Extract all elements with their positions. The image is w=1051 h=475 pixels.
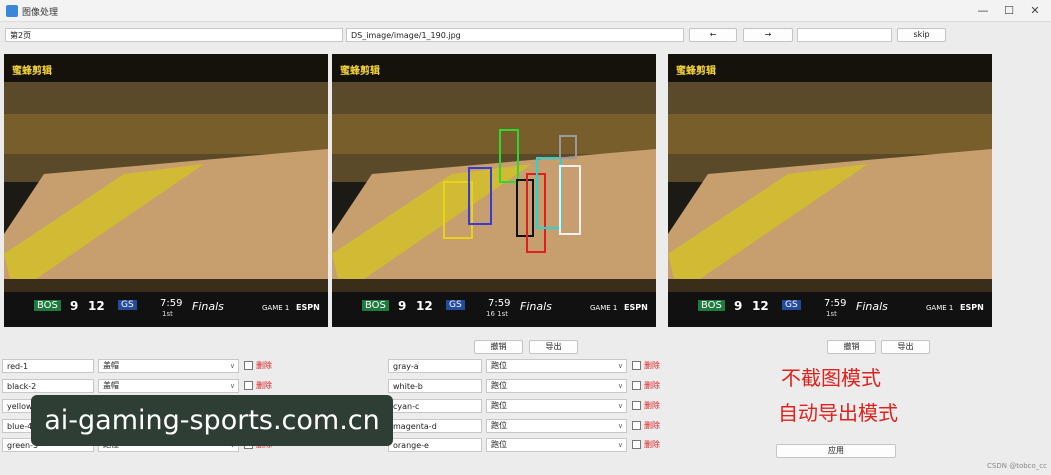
home-score: 9	[70, 299, 79, 313]
mid-delete-checkbox[interactable]	[632, 440, 641, 449]
select-value: 盖帽	[103, 381, 119, 390]
mid-action-select[interactable]: 跑位 ∨	[486, 419, 627, 433]
mid-delete-label: 删除	[644, 401, 660, 410]
game-clock: 7:59	[160, 298, 183, 309]
chevron-down-icon: ∨	[617, 441, 623, 449]
away-team: GS	[446, 300, 465, 310]
mid-action-select[interactable]: 跑位 ∨	[486, 359, 627, 373]
brand-logo: 蜜蜂剪辑	[340, 66, 380, 77]
right-undo-button[interactable]: 撤销	[827, 340, 876, 354]
output-image-frame: 蜜蜂剪辑 BOS 9 12 GS 7:59 1st Finals GAME 1 …	[668, 54, 992, 327]
image-path-field[interactable]: DS_image/image/1_190.jpg	[346, 28, 684, 42]
basketball-scene	[332, 54, 656, 327]
mid-delete-label: 删除	[644, 440, 660, 449]
mid-export-button[interactable]: 导出	[529, 340, 578, 354]
away-score: 12	[752, 299, 769, 313]
brand-logo: 蜜蜂剪辑	[676, 66, 716, 77]
home-team: BOS	[362, 300, 389, 311]
period: 16 1st	[486, 310, 508, 318]
away-score: 12	[416, 299, 433, 313]
select-value: 跑位	[491, 421, 507, 430]
select-value: 跑位	[491, 440, 507, 449]
mode-note-auto-export: 自动导出模式	[778, 401, 898, 425]
mid-delete-checkbox[interactable]	[632, 361, 641, 370]
close-icon[interactable]: ✕	[1023, 3, 1047, 19]
away-score: 12	[88, 299, 105, 313]
finals-logo: Finals	[192, 300, 224, 313]
mid-delete-checkbox[interactable]	[632, 401, 641, 410]
mid-action-select[interactable]: 跑位 ∨	[486, 438, 627, 452]
home-score: 9	[734, 299, 743, 313]
skip-button[interactable]: skip	[897, 28, 946, 42]
left-object-name[interactable]: black-2	[2, 379, 94, 393]
away-team: GS	[118, 300, 137, 310]
mid-delete-checkbox[interactable]	[632, 421, 641, 430]
chevron-down-icon: ∨	[617, 402, 623, 410]
network-logo: ESPN	[296, 303, 320, 312]
away-team: GS	[782, 300, 801, 310]
home-team: BOS	[698, 300, 725, 311]
mid-object-name[interactable]: cyan-c	[388, 399, 482, 413]
left-delete-label: 删除	[256, 361, 272, 370]
mid-delete-label: 删除	[644, 361, 660, 370]
mid-object-name[interactable]: gray-a	[388, 359, 482, 373]
left-object-name[interactable]: red-1	[2, 359, 94, 373]
prev-button[interactable]: ←	[689, 28, 737, 42]
game-number: GAME 1	[926, 304, 954, 312]
chevron-down-icon: ∨	[617, 362, 623, 370]
chevron-down-icon: ∨	[617, 382, 623, 390]
home-team: BOS	[34, 300, 61, 311]
chevron-down-icon: ∨	[229, 362, 235, 370]
mid-object-name[interactable]: white-b	[388, 379, 482, 393]
brand-logo: 蜜蜂剪辑	[12, 66, 52, 77]
chevron-down-icon: ∨	[617, 422, 623, 430]
next-button[interactable]: →	[743, 28, 793, 42]
annotated-image-frame: 蜜蜂剪辑 BOS 9 12 GS 7:59 16 1st Finals GAME…	[332, 54, 656, 327]
left-delete-checkbox[interactable]	[244, 381, 253, 390]
window-title: 图像处理	[22, 8, 59, 18]
maximize-icon[interactable]: ☐	[997, 3, 1021, 19]
game-number: GAME 1	[590, 304, 618, 312]
select-value: 跑位	[491, 381, 507, 390]
apply-button[interactable]: 应用	[776, 444, 896, 458]
title-bar	[0, 0, 1051, 22]
game-clock: 7:59	[488, 298, 511, 309]
left-action-select[interactable]: 盖帽 ∨	[98, 359, 239, 373]
right-export-button[interactable]: 导出	[881, 340, 930, 354]
left-action-select[interactable]: 盖帽 ∨	[98, 379, 239, 393]
mode-note-no-screenshot: 不截图模式	[781, 366, 881, 390]
credit-watermark: CSDN @tobco_cc	[987, 462, 1047, 470]
mid-object-name[interactable]: magenta-d	[388, 419, 482, 433]
jump-input[interactable]	[797, 28, 892, 42]
mid-object-name[interactable]: orange-e	[388, 438, 482, 452]
network-logo: ESPN	[960, 303, 984, 312]
watermark-banner: ai-gaming-sports.com.cn	[31, 395, 393, 446]
basketball-scene	[4, 54, 328, 327]
left-delete-label: 删除	[256, 381, 272, 390]
period: 1st	[162, 310, 173, 318]
home-score: 9	[398, 299, 407, 313]
page-number-field[interactable]: 第2页	[5, 28, 343, 42]
source-image-frame: 蜜蜂剪辑 BOS 9 12 GS 7:59 1st Finals GAME 1 …	[4, 54, 328, 327]
minimize-icon[interactable]: —	[971, 3, 995, 19]
mid-undo-button[interactable]: 撤销	[474, 340, 523, 354]
mid-delete-label: 删除	[644, 421, 660, 430]
left-delete-checkbox[interactable]	[244, 361, 253, 370]
finals-logo: Finals	[856, 300, 888, 313]
select-value: 跑位	[491, 361, 507, 370]
game-number: GAME 1	[262, 304, 290, 312]
chevron-down-icon: ∨	[229, 382, 235, 390]
finals-logo: Finals	[520, 300, 552, 313]
app-icon	[6, 5, 18, 17]
basketball-scene	[668, 54, 992, 327]
period: 1st	[826, 310, 837, 318]
mid-action-select[interactable]: 跑位 ∨	[486, 399, 627, 413]
mid-delete-checkbox[interactable]	[632, 381, 641, 390]
mid-action-select[interactable]: 跑位 ∨	[486, 379, 627, 393]
game-clock: 7:59	[824, 298, 847, 309]
network-logo: ESPN	[624, 303, 648, 312]
mid-delete-label: 删除	[644, 381, 660, 390]
select-value: 跑位	[491, 401, 507, 410]
select-value: 盖帽	[103, 361, 119, 370]
